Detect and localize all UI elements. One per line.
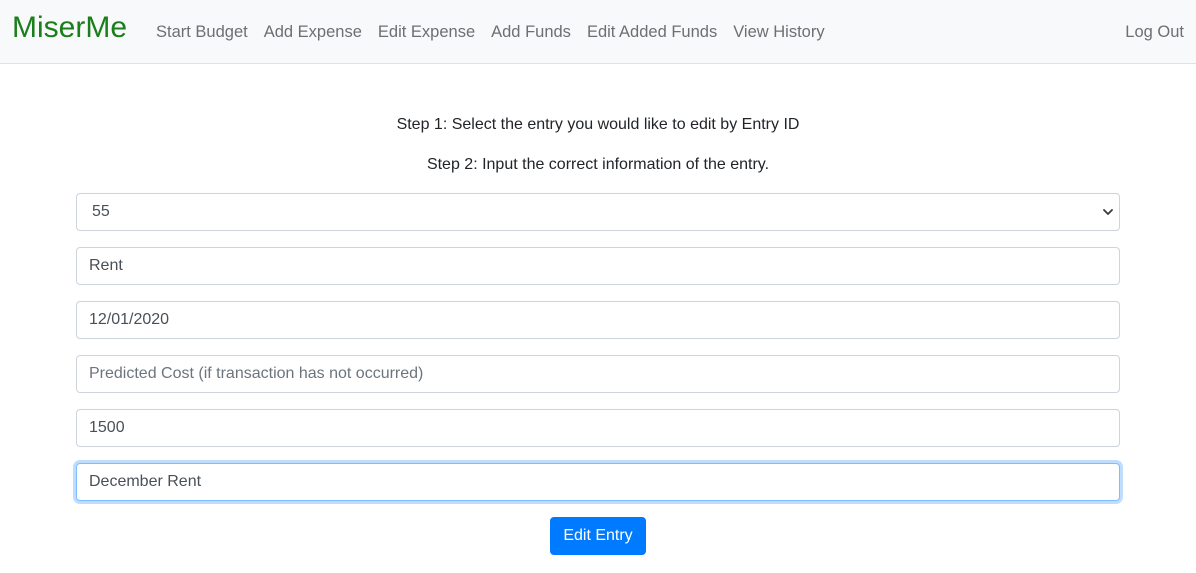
- step-2-instruction: Step 2: Input the correct information of…: [426, 156, 770, 173]
- nav-add-expense[interactable]: Add Expense: [256, 23, 370, 42]
- chevron-down-icon: [1103, 209, 1113, 215]
- navbar: MiserMe Start Budget Add Expense Edit Ex…: [0, 0, 1196, 64]
- predicted-cost-input[interactable]: Predicted Cost (if transaction has not o…: [76, 355, 1120, 393]
- entry-date-input[interactable]: 12/01/2020: [76, 301, 1120, 339]
- entry-id-selected-value: 55: [92, 203, 110, 220]
- nav-add-funds[interactable]: Add Funds: [483, 23, 579, 42]
- entry-notes-input[interactable]: December Rent: [76, 463, 1120, 501]
- entry-name-input[interactable]: Rent: [76, 247, 1120, 285]
- edit-entry-button[interactable]: Edit Entry: [550, 517, 646, 555]
- entry-id-select[interactable]: 55: [76, 193, 1120, 231]
- step-1-instruction: Step 1: Select the entry you would like …: [396, 116, 800, 133]
- nav-view-history[interactable]: View History: [725, 23, 832, 42]
- submit-wrapper: Edit Entry: [76, 517, 1120, 555]
- nav-edit-expense[interactable]: Edit Expense: [370, 23, 483, 42]
- edit-entry-form-container: Step 1: Select the entry you would like …: [0, 64, 1196, 555]
- nav-links: Start Budget Add Expense Edit Expense Ad…: [148, 0, 833, 64]
- nav-edit-added-funds[interactable]: Edit Added Funds: [579, 23, 725, 42]
- actual-cost-input[interactable]: 1500: [76, 409, 1120, 447]
- nav-start-budget[interactable]: Start Budget: [148, 23, 256, 42]
- brand-logo[interactable]: MiserMe: [12, 10, 127, 46]
- logout-link[interactable]: Log Out: [1125, 0, 1184, 64]
